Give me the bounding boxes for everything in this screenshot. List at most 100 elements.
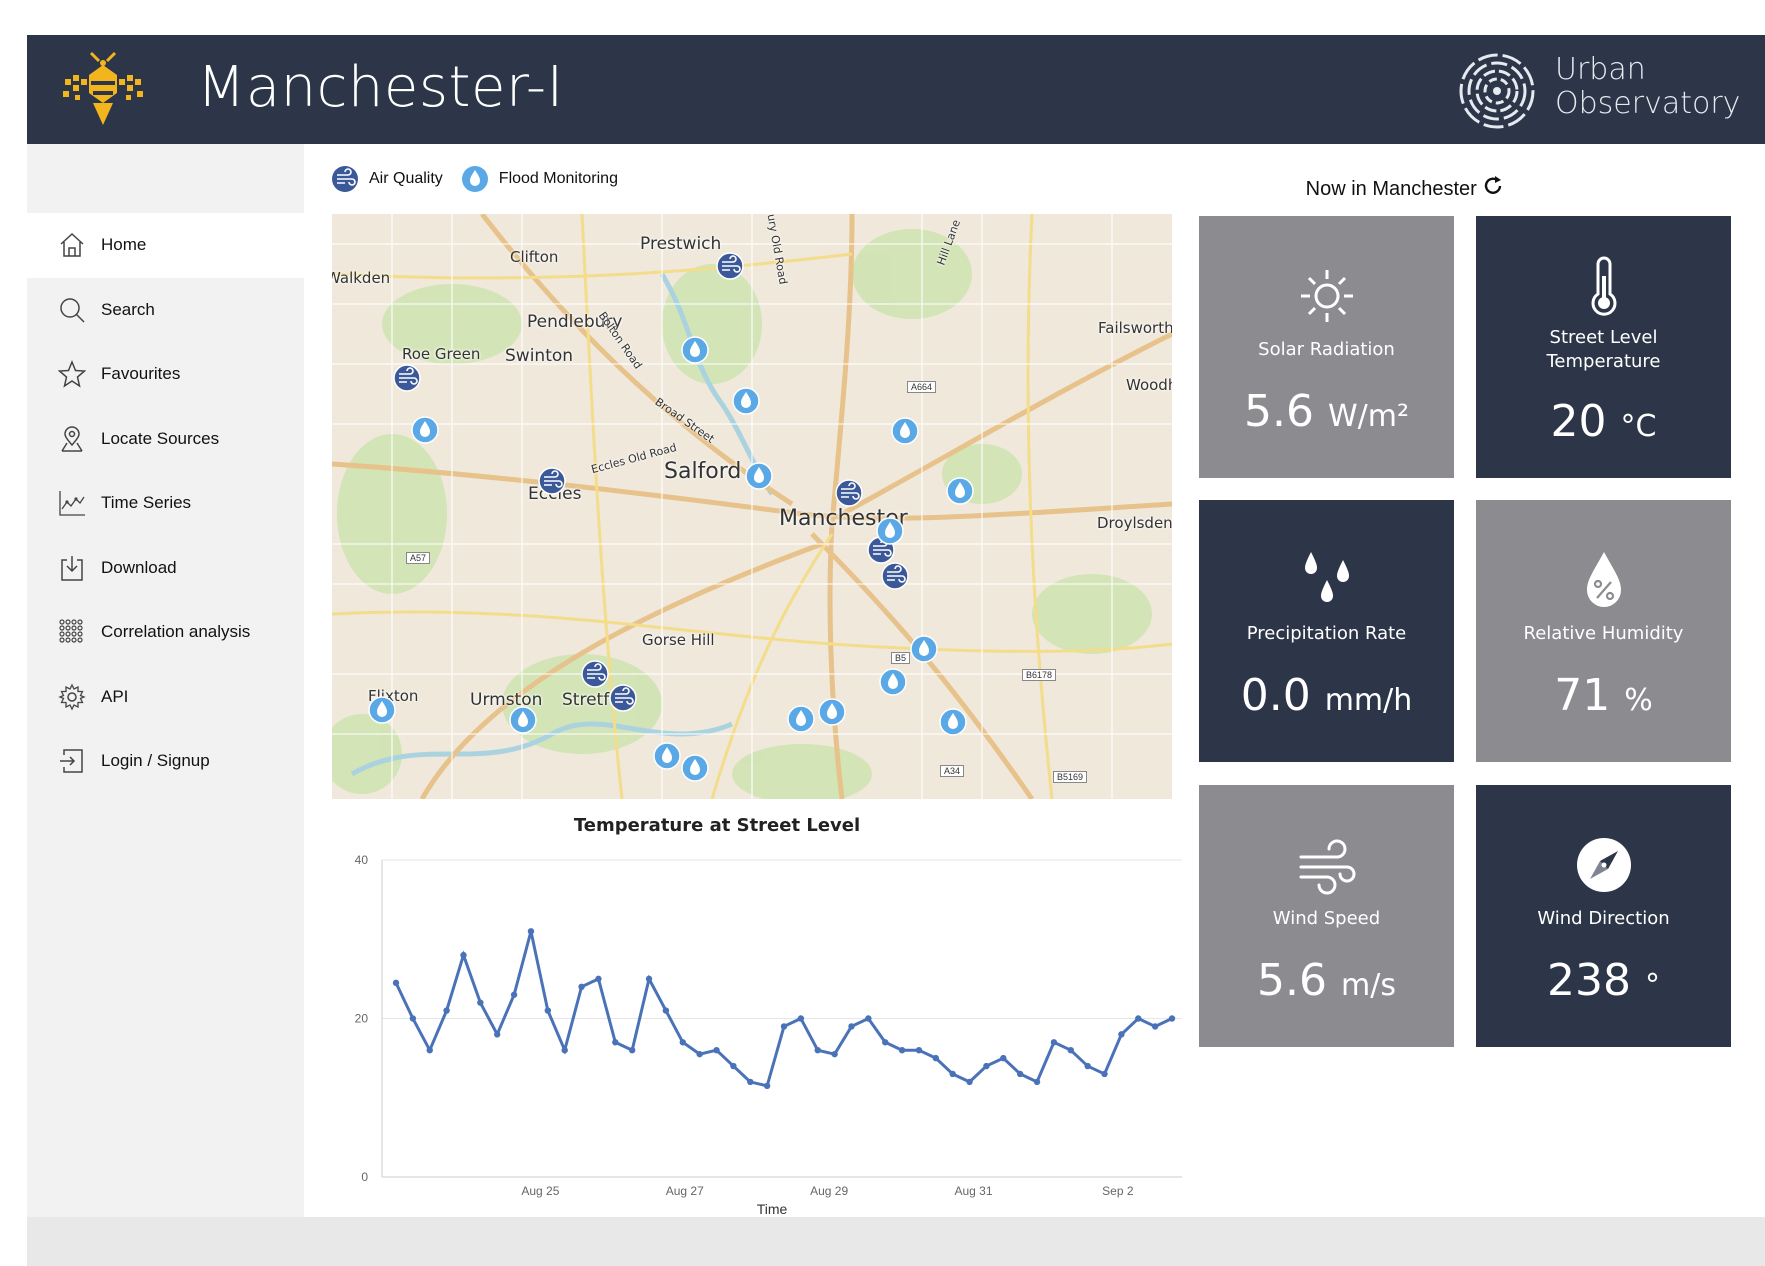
flood-sensor-marker[interactable] (732, 387, 760, 415)
map-tiles (332, 214, 1172, 799)
temperature-chart: Temperature at Street Level 40 20 0 Aug 25 A… (332, 805, 1192, 1245)
data-point (814, 1047, 821, 1054)
sidebar-item-correlation-analysis[interactable]: Correlation analysis (27, 600, 304, 665)
road-badge-a34: A34 (940, 765, 965, 777)
data-point (780, 1023, 788, 1030)
map-label-gorse-hill: Gorse Hill (642, 631, 715, 649)
flood-sensor-marker[interactable] (411, 416, 439, 444)
flood-sensor-marker[interactable] (368, 696, 396, 724)
flood-sensor-marker[interactable] (946, 477, 974, 505)
tile-value: 0.0 mm/h (1199, 670, 1454, 721)
urban-observatory-logo[interactable]: Urban Observatory (1457, 51, 1757, 131)
app-title: Manchester-I (197, 55, 564, 120)
map-label-walkden: Walkden (332, 269, 391, 287)
data-point (696, 1050, 703, 1058)
tile-value: 20 °C (1476, 396, 1731, 447)
data-point (763, 1082, 771, 1090)
bee-logo-icon[interactable] (55, 49, 151, 131)
home-icon (57, 230, 87, 260)
observatory-rings-icon (1459, 53, 1535, 129)
road-badge-a57: A57 (406, 552, 431, 564)
flood-sensor-marker[interactable] (879, 668, 907, 696)
locate-pin-icon (57, 424, 87, 454)
data-point (612, 1039, 619, 1046)
map-label-woodh: Woodh (1126, 376, 1172, 394)
flood-sensor-marker[interactable] (681, 336, 709, 364)
data-point (983, 1062, 990, 1070)
flood-monitoring-marker-icon[interactable] (461, 165, 489, 193)
sidebar-item-label: Favourites (101, 364, 181, 384)
tile-value-number: 20 (1550, 396, 1607, 447)
tile-street-level-temperature[interactable]: Street Level Temperature 20 °C (1476, 216, 1731, 478)
tile-value: 5.6 m/s (1199, 955, 1454, 1006)
x-tick-label: Sep 2 (1102, 1184, 1134, 1198)
flood-sensor-marker[interactable] (509, 706, 537, 734)
flood-sensor-marker[interactable] (653, 742, 681, 770)
data-point (966, 1078, 973, 1086)
sidebar-item-favourites[interactable]: Favourites (27, 342, 304, 407)
flood-sensor-marker[interactable] (891, 417, 919, 445)
map-label-prestwich: Prestwich (640, 234, 722, 254)
raindrops-icon (1304, 552, 1349, 602)
data-point (932, 1054, 940, 1062)
data-point (679, 1039, 686, 1046)
flood-sensor-marker[interactable] (787, 705, 815, 733)
sidebar-item-home[interactable]: Home (27, 213, 304, 278)
data-point (1016, 1070, 1024, 1078)
star-icon (57, 359, 87, 389)
tile-value-unit: mm/h (1324, 683, 1413, 718)
sun-icon (1300, 270, 1353, 322)
tile-value-number: 238 (1547, 955, 1631, 1006)
data-point (561, 1047, 568, 1054)
data-point (426, 1047, 433, 1054)
data-point (831, 1050, 838, 1058)
sidebar-item-api[interactable]: API (27, 665, 304, 730)
flood-sensor-marker[interactable] (876, 517, 904, 545)
app-root: Manchester-I Urban Observatory Home Sear… (27, 35, 1765, 1266)
data-point (848, 1023, 855, 1030)
air-quality-sensor-marker[interactable] (835, 479, 863, 507)
sensor-map[interactable]: Clifton Prestwich Walkden Pendlebury Swi… (332, 214, 1172, 799)
sidebar-item-locate-sources[interactable]: Locate Sources (27, 407, 304, 472)
tile-label-line-1: Street Level (1549, 327, 1658, 348)
refresh-icon[interactable] (1482, 175, 1504, 197)
sidebar-item-search[interactable]: Search (27, 278, 304, 343)
air-quality-label[interactable]: Air Quality (369, 170, 443, 188)
chart-title: Temperature at Street Level (573, 815, 861, 836)
road-badge-b5: B5 (891, 652, 911, 664)
flood-monitoring-label[interactable]: Flood Monitoring (499, 170, 618, 188)
tile-relative-humidity[interactable]: Relative Humidity 71 % (1476, 500, 1731, 762)
tile-wind-direction[interactable]: Wind Direction 238 ° (1476, 785, 1731, 1047)
tile-value-unit: m/s (1341, 968, 1396, 1003)
tile-value-number: 5.6 (1243, 386, 1314, 437)
sidebar-item-download[interactable]: Download (27, 536, 304, 601)
flood-sensor-marker[interactable] (939, 708, 967, 736)
sidebar-item-login-signup[interactable]: Login / Signup (27, 729, 304, 794)
air-quality-sensor-marker[interactable] (393, 364, 421, 392)
air-quality-sensor-marker[interactable] (881, 562, 909, 590)
sidebar-item-label: Login / Signup (101, 751, 210, 771)
map-label-stretford: Stretf (562, 690, 610, 710)
flood-sensor-marker[interactable] (910, 635, 938, 663)
air-quality-sensor-marker[interactable] (609, 684, 637, 712)
flood-sensor-marker[interactable] (745, 462, 773, 490)
air-quality-sensor-marker[interactable] (716, 252, 744, 280)
map-layer-legend: Air Quality Flood Monitoring (331, 165, 636, 193)
tile-wind-speed[interactable]: Wind Speed 5.6 m/s (1199, 785, 1454, 1047)
data-point (628, 1047, 636, 1054)
air-quality-sensor-marker[interactable] (581, 660, 609, 688)
tile-solar-radiation[interactable]: Solar Radiation 5.6 W/m² (1199, 216, 1454, 478)
tile-precipitation-rate[interactable]: Precipitation Rate 0.0 mm/h (1199, 500, 1454, 762)
flood-sensor-marker[interactable] (681, 754, 709, 782)
air-quality-marker-icon[interactable] (331, 165, 359, 193)
air-quality-sensor-marker[interactable] (538, 467, 566, 495)
data-point (1033, 1078, 1041, 1086)
flood-sensor-marker[interactable] (818, 698, 846, 726)
data-point (865, 1015, 872, 1022)
x-tick-label: Aug 29 (810, 1184, 848, 1198)
data-point (1118, 1031, 1125, 1038)
data-point (544, 1007, 552, 1014)
sidebar-item-time-series[interactable]: Time Series (27, 471, 304, 536)
footer-bar (27, 1217, 1765, 1266)
